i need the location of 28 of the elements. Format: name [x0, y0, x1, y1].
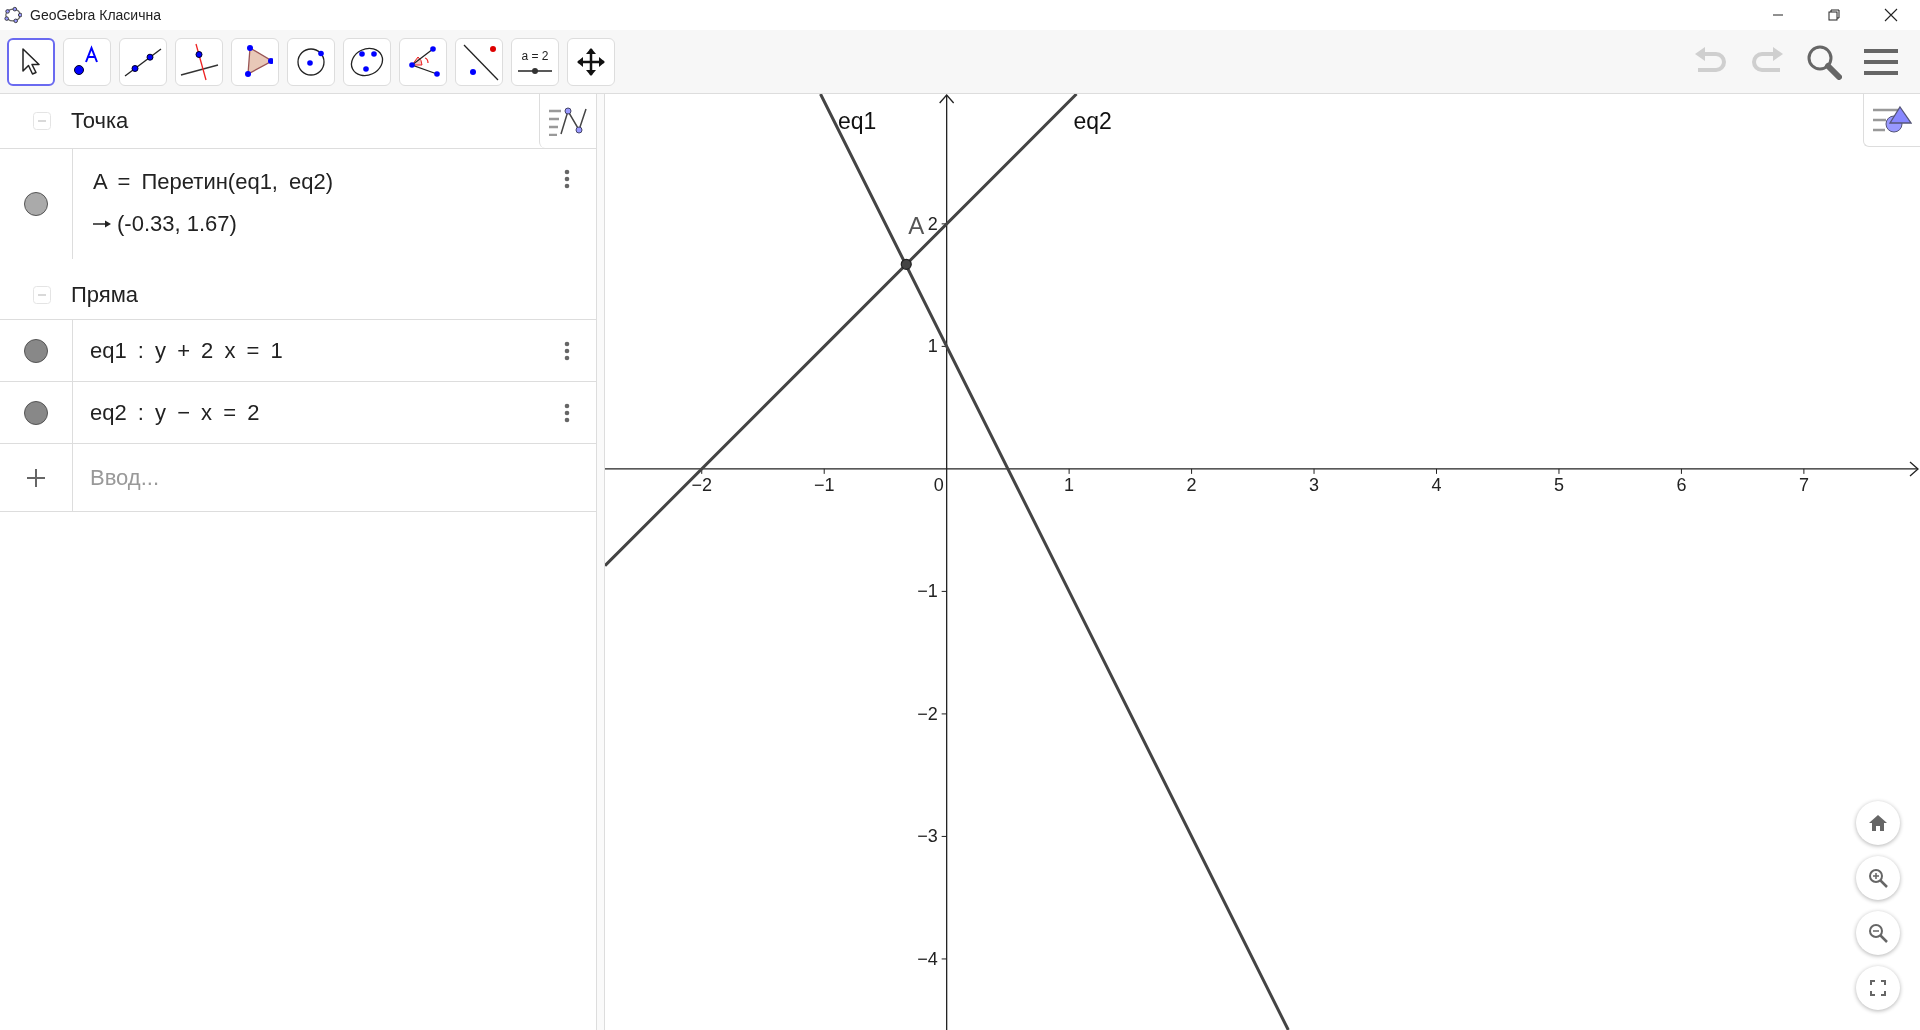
object-definition[interactable]: eq1 : y + 2 x = 1	[90, 337, 564, 364]
y-tick-label: −3	[917, 826, 938, 847]
y-tick-label: 1	[927, 336, 938, 357]
tool-button[interactable]: a = 2	[511, 37, 559, 86]
x-tick-label: 7	[1798, 474, 1809, 495]
x-tick-label: −1	[813, 474, 835, 495]
y-tick-label: −4	[917, 948, 938, 969]
point-label: A	[908, 212, 925, 240]
x-tick-label: 4	[1431, 474, 1442, 495]
y-tick-label: 2	[927, 213, 938, 234]
group-title: Точка	[71, 108, 129, 134]
x-tick-label: 0	[933, 474, 944, 495]
x-tick-label: 3	[1309, 474, 1320, 495]
x-tick-label: 5	[1553, 474, 1564, 495]
window-title: GeoGebra Класична	[30, 7, 161, 23]
x-tick-label: 2	[1186, 474, 1197, 495]
object-definition[interactable]: eq2 : y − x = 2	[90, 399, 564, 426]
y-tick-label: −1	[917, 581, 938, 602]
x-tick-label: 1	[1064, 474, 1075, 495]
input-field[interactable]: Ввод...	[90, 464, 570, 491]
x-tick-label: −2	[691, 474, 712, 495]
y-tick-label: −2	[917, 703, 938, 724]
line-label: eq2	[1073, 107, 1112, 134]
object-definition[interactable]: A = Перетин(eq1, eq2)	[90, 169, 564, 195]
line-label: eq1	[838, 107, 877, 134]
object-value: (-0.33, 1.67)	[117, 211, 237, 237]
x-tick-label: 6	[1676, 474, 1687, 495]
group-title: Пряма	[71, 282, 139, 308]
